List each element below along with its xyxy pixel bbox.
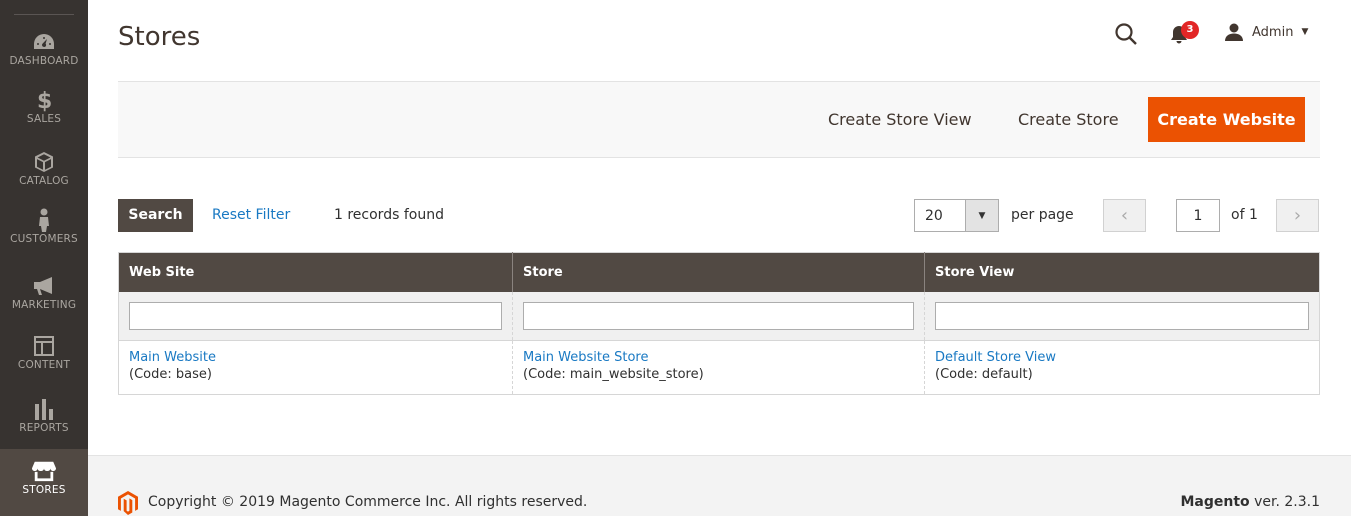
user-name: Admin xyxy=(1252,24,1294,40)
layout-icon xyxy=(32,334,56,358)
column-header-web-site[interactable]: Web Site xyxy=(118,252,513,292)
records-found-text: 1 records found xyxy=(334,207,444,223)
sidebar-item-stores[interactable]: STORES xyxy=(0,449,88,516)
sidebar-item-label: MARKETING xyxy=(11,299,77,311)
page-footer: Copyright © 2019 Magento Commerce Inc. A… xyxy=(88,455,1351,516)
sidebar-item-sales[interactable]: $ SALES xyxy=(0,88,88,150)
sidebar-item-label: CATALOG xyxy=(19,175,69,187)
chevron-left-icon: ‹ xyxy=(1120,205,1129,226)
bar-chart-icon xyxy=(32,397,56,421)
store-view-cell: Default Store View (Code: default) xyxy=(925,341,1320,395)
sidebar-item-content[interactable]: CONTENT xyxy=(0,334,88,396)
page-number-input[interactable] xyxy=(1176,199,1220,232)
grid-header-row: Web Site Store Store View xyxy=(118,252,1320,292)
search-icon xyxy=(1115,23,1137,45)
store-cell: Main Website Store (Code: main_website_s… xyxy=(512,340,925,395)
filter-row xyxy=(118,291,1320,341)
next-page-button[interactable]: › xyxy=(1276,199,1319,232)
filter-cell xyxy=(118,291,513,341)
previous-page-button[interactable]: ‹ xyxy=(1103,199,1146,232)
reset-filter-link[interactable]: Reset Filter xyxy=(212,207,290,223)
web-site-cell: Main Website (Code: base) xyxy=(118,340,513,395)
sidebar-item-marketing[interactable]: MARKETING xyxy=(0,274,88,336)
store-view-filter-input[interactable] xyxy=(935,301,1309,330)
storefront-icon xyxy=(32,459,56,483)
megaphone-icon xyxy=(32,274,56,298)
website-code: (Code: base) xyxy=(129,367,212,382)
chevron-right-icon: › xyxy=(1293,205,1302,226)
copyright-text: Copyright © 2019 Magento Commerce Inc. A… xyxy=(148,494,588,510)
store-view-code: (Code: default) xyxy=(935,367,1033,382)
store-filter-input[interactable] xyxy=(523,301,914,330)
page-title: Stores xyxy=(118,22,201,52)
create-store-button[interactable]: Create Store xyxy=(1018,97,1119,142)
svg-text:$: $ xyxy=(37,89,52,112)
per-page-label: per page xyxy=(1011,207,1074,223)
store-link[interactable]: Main Website Store xyxy=(523,349,914,366)
brand-name: Magento xyxy=(1180,494,1250,510)
filter-cell xyxy=(924,291,1320,341)
store-code: (Code: main_website_store) xyxy=(523,367,704,382)
page-total-text: of 1 xyxy=(1231,207,1258,223)
global-search-button[interactable] xyxy=(1114,22,1138,46)
box-icon xyxy=(32,150,56,174)
sidebar-item-label: CUSTOMERS xyxy=(10,233,78,245)
user-icon xyxy=(1225,23,1243,41)
sidebar-item-label: CONTENT xyxy=(17,359,71,371)
sidebar-item-label: STORES xyxy=(22,484,66,496)
website-link[interactable]: Main Website xyxy=(129,349,502,366)
filter-cell xyxy=(512,291,925,341)
sidebar-item-label: SALES xyxy=(26,113,62,125)
sidebar-divider xyxy=(14,14,74,15)
create-website-button[interactable]: Create Website xyxy=(1148,97,1305,142)
chevron-down-icon[interactable]: ▼ xyxy=(965,200,998,231)
page-actions-bar: Create Store View Create Store Create We… xyxy=(118,81,1320,158)
dollar-icon: $ xyxy=(32,88,56,112)
version-text: Magento ver. 2.3.1 xyxy=(1180,494,1320,510)
sidebar-item-catalog[interactable]: CATALOG xyxy=(0,150,88,212)
column-header-store-view[interactable]: Store View xyxy=(924,252,1320,292)
store-view-link[interactable]: Default Store View xyxy=(935,349,1309,366)
column-header-store[interactable]: Store xyxy=(512,252,925,292)
admin-sidebar: DASHBOARD $ SALES CATALOG CUSTOMERS MARK… xyxy=(0,0,88,516)
per-page-value: 20 xyxy=(925,208,943,224)
caret-down-icon: ▼ xyxy=(1301,27,1309,37)
create-store-view-button[interactable]: Create Store View xyxy=(828,97,972,142)
search-button[interactable]: Search xyxy=(118,199,193,232)
stores-grid: Web Site Store Store View Main Website (… xyxy=(118,252,1320,395)
dashboard-icon xyxy=(32,30,56,54)
sidebar-item-customers[interactable]: CUSTOMERS xyxy=(0,208,88,270)
person-icon xyxy=(32,208,56,232)
notifications-count-badge: 3 xyxy=(1181,21,1199,39)
per-page-select[interactable]: 20 ▼ xyxy=(914,199,999,232)
user-account-menu[interactable]: Admin ▼ xyxy=(1224,22,1308,42)
web-site-filter-input[interactable] xyxy=(129,301,502,330)
version-number: ver. 2.3.1 xyxy=(1249,494,1320,510)
magento-logo-icon xyxy=(118,491,138,515)
sidebar-item-label: DASHBOARD xyxy=(9,55,79,67)
sidebar-item-label: REPORTS xyxy=(19,422,69,434)
table-row: Main Website (Code: base) Main Website S… xyxy=(118,340,1320,395)
sidebar-item-dashboard[interactable]: DASHBOARD xyxy=(0,30,88,92)
